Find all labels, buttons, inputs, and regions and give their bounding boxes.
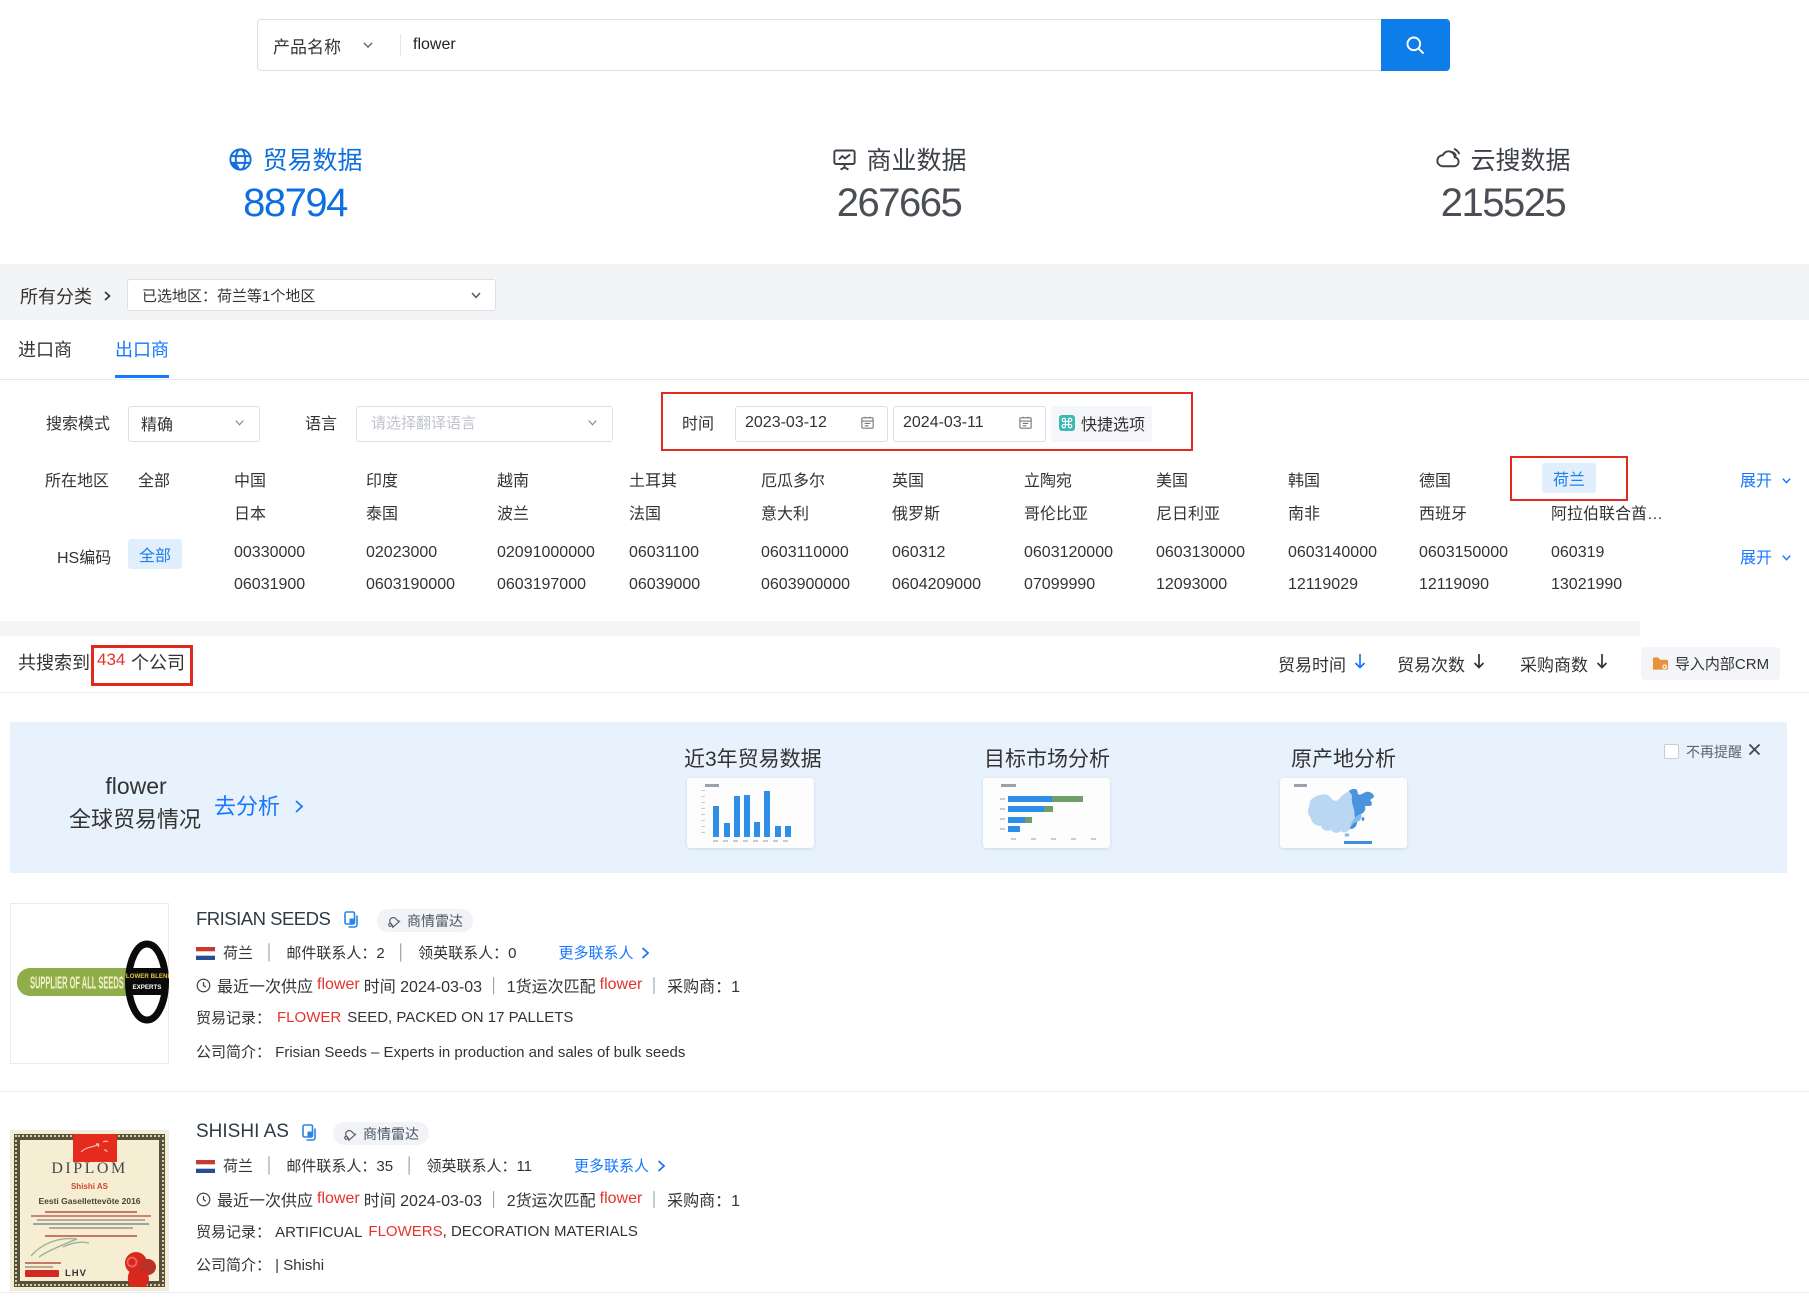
svg-text:FLOWER BLEND: FLOWER BLEND — [125, 973, 169, 980]
svg-text:EXPERTS: EXPERTS — [133, 984, 162, 991]
